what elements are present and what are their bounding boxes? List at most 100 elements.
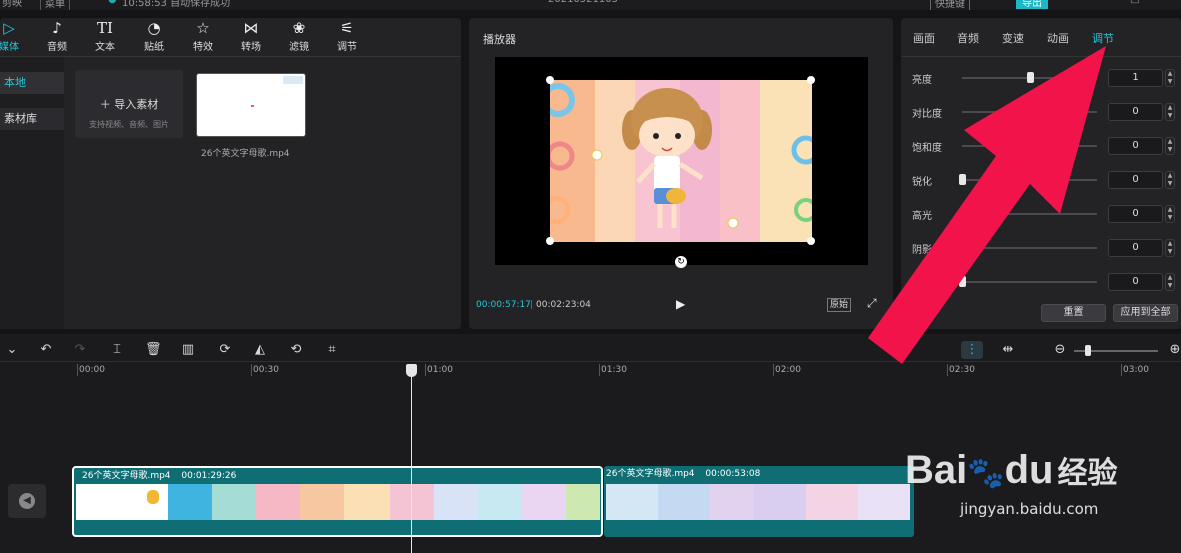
clip-thumb [522, 484, 566, 520]
tab-audio-label: 音频 [47, 42, 67, 53]
clip-thumb [344, 484, 390, 520]
freeze-frame-icon[interactable]: ▥ [180, 342, 196, 358]
media-sidebar [0, 57, 64, 329]
stepper-icon[interactable]: ▲ ▼ [1165, 103, 1175, 121]
text-icon: TI [97, 19, 113, 37]
watermark-brand2: du [1004, 448, 1054, 492]
import-hint: 支持视频、音频、图片 [89, 120, 169, 129]
save-status: 10:58:53 自动保存成功 [122, 0, 231, 9]
track-header: ◀ [8, 484, 46, 518]
app-window: 剪映 菜单 ● 10:58:53 自动保存成功 20210521105 快捷键 … [0, 0, 1181, 553]
clip-2-duration: 00:00:53:08 [705, 469, 761, 479]
resize-handle[interactable] [807, 237, 815, 245]
zoom-in-icon[interactable]: ⊕ [1167, 342, 1181, 358]
clip-thumb [754, 484, 806, 520]
stepper-icon[interactable]: ▲ ▼ [1165, 171, 1175, 189]
redo-icon[interactable]: ↷ [72, 342, 88, 358]
clip-thumb [566, 484, 600, 520]
resize-handle[interactable] [546, 237, 554, 245]
shortcut-button[interactable]: 快捷键 [930, 0, 970, 10]
tab-filter-label: 滤镜 [289, 42, 309, 53]
ruler-label: 02:00 [775, 365, 801, 375]
title-bar: 剪映 菜单 ● 10:58:53 自动保存成功 20210521105 快捷键 … [0, 0, 1181, 10]
tab-adjust-label: 调节 [337, 42, 357, 53]
watermark-logo: Bai🐾du 经验 [905, 448, 1117, 493]
import-label: 导入素材 [114, 98, 159, 111]
ruler-tick [425, 364, 426, 376]
sidebar-item-library[interactable]: 素材库 [0, 108, 64, 130]
stepper-icon[interactable]: ▲ ▼ [1165, 239, 1175, 257]
undo-icon[interactable]: ↶ [38, 342, 54, 358]
stepper-icon[interactable]: ▲ ▼ [1165, 273, 1175, 291]
minimize-icon[interactable]: — [1090, 0, 1100, 5]
project-name: 20210521105 [548, 0, 618, 5]
play-icon[interactable]: ▶ [676, 297, 685, 311]
split-icon[interactable]: ⌶ [109, 342, 125, 358]
delete-icon[interactable]: 🗑 [145, 342, 162, 358]
tab-audio[interactable]: ♪ 音频 [32, 18, 82, 53]
clip-1-name: 26个英文字母歌.mp4 [82, 471, 171, 481]
export-button[interactable]: 导出 [1016, 0, 1048, 9]
watermark-brand: Bai [905, 448, 968, 492]
playhead[interactable] [411, 370, 412, 553]
menu-button[interactable]: 菜单 [40, 0, 70, 10]
clip-thumb-figure [147, 490, 159, 504]
clip-thumb [658, 484, 710, 520]
resize-handle[interactable] [546, 76, 554, 84]
chevron-down-icon[interactable]: ⌄ [4, 342, 20, 358]
current-time: 00:00:57:17 [476, 300, 531, 310]
rotate-icon[interactable]: ↻ [675, 256, 687, 268]
media-icon: ▷ [3, 19, 15, 37]
clip-thumb [806, 484, 858, 520]
playhead-handle[interactable] [406, 364, 417, 377]
tab-effects[interactable]: ☆ 特效 [178, 18, 228, 53]
clip-thumb [710, 484, 754, 520]
clip-thumb [390, 484, 434, 520]
stepper-icon[interactable]: ▲ ▼ [1165, 69, 1175, 87]
ruler-tick [251, 364, 252, 376]
ruler-label: 00:00 [79, 365, 105, 375]
transition-icon: ⋈ [243, 19, 259, 37]
crop-icon[interactable]: ⌗ [324, 342, 340, 358]
ruler-label: 00:30 [253, 365, 279, 375]
mute-icon[interactable]: ◀ [19, 493, 35, 509]
mirror-icon[interactable]: ◭ [252, 342, 268, 358]
media-thumbnail[interactable] [196, 73, 306, 137]
stepper-icon[interactable]: ▲ ▼ [1165, 205, 1175, 223]
clip-2-name: 26个英文字母歌.mp4 [606, 469, 695, 479]
tab-filter[interactable]: ❀ 滤镜 [274, 18, 324, 53]
tab-text[interactable]: TI 文本 [80, 18, 130, 53]
ratio-button[interactable]: 原始 [827, 298, 852, 312]
plus-icon: ＋ [99, 98, 111, 111]
sidebar-item-local[interactable]: 本地 [0, 72, 64, 94]
clip-thumb [168, 484, 212, 520]
tab-transition[interactable]: ⋈ 转场 [226, 18, 276, 53]
sticker-icon: ◔ [147, 19, 161, 37]
media-filename: 26个英文字母歌.mp4 [201, 149, 290, 159]
effects-icon: ☆ [196, 19, 210, 37]
tab-adjust[interactable]: ⚟ 调节 [322, 18, 372, 53]
ruler-tick [773, 364, 774, 376]
tab-sticker[interactable]: ◔ 贴纸 [129, 18, 179, 53]
rotate-clip-icon[interactable]: ⟲ [288, 342, 304, 358]
maximize-icon[interactable]: □ [1130, 0, 1139, 5]
tab-text-label: 文本 [95, 42, 115, 53]
filter-icon: ❀ [292, 19, 306, 37]
reverse-icon[interactable]: ⟳ [217, 342, 233, 358]
clip-thumb [478, 484, 522, 520]
import-card[interactable]: ＋ 导入素材 支持视频、音频、图片 [75, 70, 183, 138]
tab-transition-label: 转场 [241, 42, 261, 53]
stepper-icon[interactable]: ▲ ▼ [1165, 137, 1175, 155]
ruler-tick [599, 364, 600, 376]
ruler-label: 01:00 [427, 365, 453, 375]
video-frame[interactable] [550, 80, 812, 242]
media-panel [0, 18, 461, 329]
paw-icon: 🐾 [967, 457, 1005, 490]
watermark-url: jingyan.baidu.com [960, 500, 1099, 518]
clip-1-duration: 00:01:29:26 [181, 471, 237, 481]
resize-handle[interactable] [807, 76, 815, 84]
time-separator: | [530, 300, 534, 310]
clip-thumb [256, 484, 300, 520]
tab-media[interactable]: ▷ 媒体 [0, 18, 34, 53]
tab-effects-label: 特效 [193, 42, 213, 53]
